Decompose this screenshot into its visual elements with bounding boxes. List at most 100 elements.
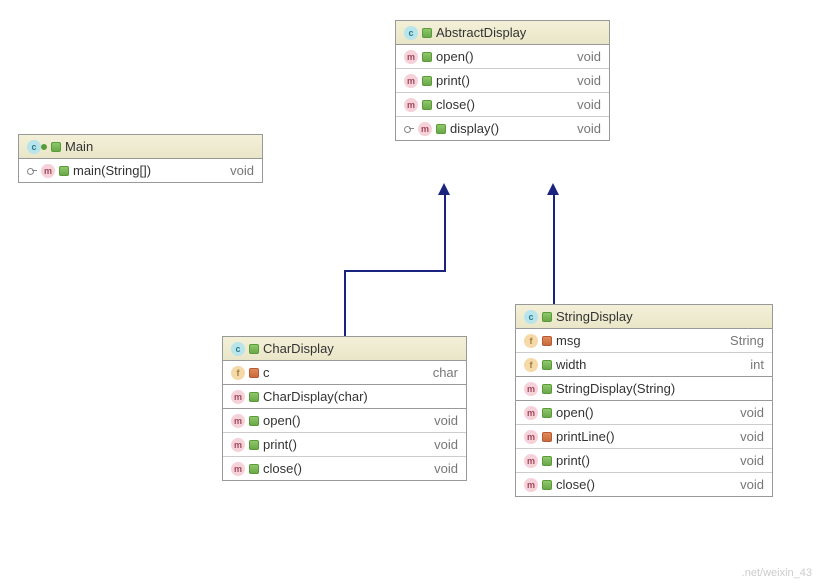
public-icon — [542, 480, 552, 490]
method-row: mprint() void — [396, 69, 609, 93]
inheritance-arrowhead-icon — [438, 183, 450, 195]
method-row: m open() void — [396, 45, 609, 69]
field-name: width — [556, 357, 586, 372]
class-string-display: c StringDisplay fmsg String f width int m… — [515, 304, 773, 497]
public-icon — [422, 76, 432, 86]
public-icon — [542, 408, 552, 418]
public-icon — [542, 456, 552, 466]
method-icon: m — [524, 454, 538, 468]
class-icon: c — [27, 140, 41, 154]
method-name: print() — [263, 437, 297, 452]
class-char-display: c CharDisplay fc char mCharDisplay(char)… — [222, 336, 467, 481]
class-icon: c — [524, 310, 538, 324]
fields-section: f c char — [223, 361, 466, 385]
class-main-header: c Main — [19, 135, 262, 159]
class-icon: c — [231, 342, 245, 356]
public-icon — [542, 360, 552, 370]
inheritance-line — [344, 270, 446, 272]
public-icon — [422, 28, 432, 38]
ctor-row: mCharDisplay(char) — [223, 385, 466, 408]
method-row: mprintLine() void — [516, 425, 772, 449]
return-type: void — [740, 477, 764, 492]
methods-section: m open() void mprint() void m close() void… — [396, 45, 609, 140]
inheritance-line — [444, 195, 446, 271]
public-icon — [249, 416, 259, 426]
public-icon — [422, 100, 432, 110]
ctors-section: m StringDisplay(String) — [516, 377, 772, 401]
method-row: m close() void — [396, 93, 609, 117]
method-icon: m — [231, 462, 245, 476]
class-header: c AbstractDisplay — [396, 21, 609, 45]
method-name: open() — [556, 405, 594, 420]
method-name: printLine() — [556, 429, 615, 444]
method-row: m print() void — [516, 449, 772, 473]
method-icon: m — [524, 430, 538, 444]
private-icon — [542, 432, 552, 442]
method-icon: m — [404, 98, 418, 112]
method-name: main(String[]) — [73, 163, 151, 178]
public-icon — [51, 142, 61, 152]
method-icon: m — [418, 122, 432, 136]
field-icon: f — [524, 358, 538, 372]
ctor-name: StringDisplay(String) — [556, 381, 675, 396]
method-icon: m — [231, 414, 245, 428]
return-type: void — [434, 413, 458, 428]
return-type: void — [434, 437, 458, 452]
return-type: void — [577, 121, 601, 136]
class-main: c Main m main(String[]) void — [18, 134, 263, 183]
field-type: String — [730, 333, 764, 348]
return-type: void — [230, 163, 254, 178]
return-type: void — [740, 453, 764, 468]
method-icon: m — [404, 50, 418, 64]
inheritance-line — [344, 270, 346, 336]
field-type: int — [750, 357, 764, 372]
ctors-section: mCharDisplay(char) — [223, 385, 466, 409]
public-icon — [542, 312, 552, 322]
method-name: open() — [263, 413, 301, 428]
runnable-icon — [41, 144, 47, 150]
class-icon: c — [404, 26, 418, 40]
class-abstract-display: c AbstractDisplay m open() void mprint() … — [395, 20, 610, 141]
method-row: mprint() void — [223, 433, 466, 457]
public-icon — [422, 52, 432, 62]
watermark: .net/weixin_43 — [742, 567, 812, 579]
class-name: AbstractDisplay — [436, 25, 526, 40]
ctor-row: m StringDisplay(String) — [516, 377, 772, 400]
method-name: display() — [450, 121, 499, 136]
field-name: c — [263, 365, 270, 380]
method-name: close() — [263, 461, 302, 476]
return-type: void — [434, 461, 458, 476]
public-icon — [249, 392, 259, 402]
method-icon: m — [41, 164, 55, 178]
private-icon — [542, 336, 552, 346]
inheritance-line — [553, 195, 555, 304]
method-name: close() — [436, 97, 475, 112]
methods-section: m open() void mprint() void m close() void — [223, 409, 466, 480]
method-icon: m — [404, 74, 418, 88]
method-name: print() — [556, 453, 590, 468]
fields-section: fmsg String f width int — [516, 329, 772, 377]
field-row: fmsg String — [516, 329, 772, 353]
class-header: c StringDisplay — [516, 305, 772, 329]
key-icon — [27, 166, 37, 176]
method-row: m close() void — [223, 457, 466, 480]
method-row: mclose() void — [516, 473, 772, 496]
field-icon: f — [231, 366, 245, 380]
method-icon: m — [524, 382, 538, 396]
method-row: m open() void — [223, 409, 466, 433]
field-name: msg — [556, 333, 581, 348]
field-type: char — [433, 365, 458, 380]
public-icon — [542, 384, 552, 394]
public-icon — [436, 124, 446, 134]
return-type: void — [577, 73, 601, 88]
return-type: void — [577, 97, 601, 112]
method-row: mopen() void — [516, 401, 772, 425]
methods-section: mopen() void mprintLine() void mprint() … — [516, 401, 772, 496]
public-icon — [249, 440, 259, 450]
class-name: CharDisplay — [263, 341, 334, 356]
methods-section: m main(String[]) void — [19, 159, 262, 182]
return-type: void — [577, 49, 601, 64]
private-icon — [249, 368, 259, 378]
method-name: open() — [436, 49, 474, 64]
method-name: close() — [556, 477, 595, 492]
